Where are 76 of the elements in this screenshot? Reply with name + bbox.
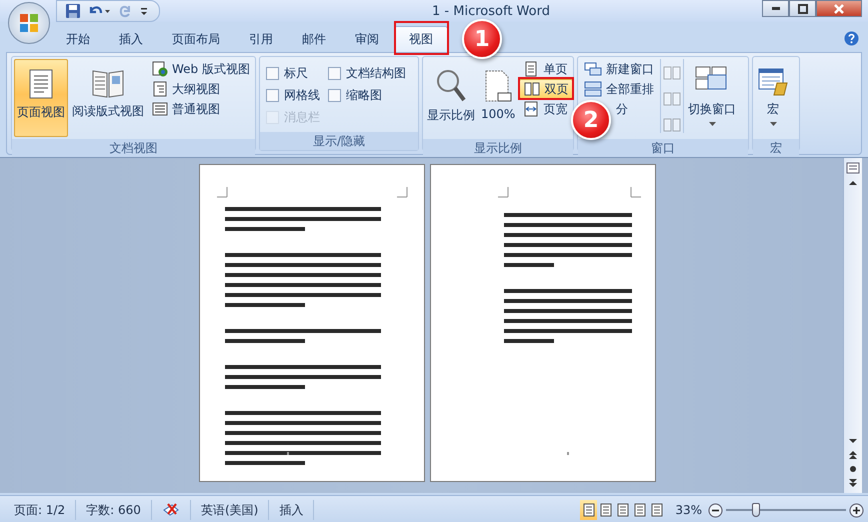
zoom-button[interactable]: 显示比例 <box>425 63 477 137</box>
office-button[interactable] <box>8 2 50 44</box>
minimize-icon <box>772 7 780 10</box>
dropdown-icon <box>770 122 776 126</box>
group-title: 显示比例 <box>423 139 573 157</box>
view-button[interactable]: Web 版式视图 <box>148 59 254 79</box>
zoom-level[interactable]: 33% <box>665 503 708 517</box>
group-title: 宏 <box>753 139 799 157</box>
view-mode-button[interactable] <box>580 500 598 520</box>
checkbox-option[interactable]: 缩略图 <box>328 87 418 104</box>
zoom-in-icon[interactable] <box>849 502 864 518</box>
view-button[interactable]: 大纲视图 <box>148 79 254 99</box>
page-view-button[interactable]: 双页 <box>519 79 574 99</box>
checkbox[interactable] <box>328 67 341 80</box>
magnifier-icon <box>435 69 467 103</box>
status-text[interactable]: 插入 <box>269 500 314 520</box>
status-text[interactable]: 英语(美国) <box>190 500 270 520</box>
checkbox[interactable] <box>328 89 341 102</box>
web-page-icon <box>152 61 168 77</box>
zoom-button[interactable]: 100% <box>479 63 518 137</box>
arrange-icon <box>584 81 602 97</box>
page-width-icon <box>523 101 540 117</box>
macro-button[interactable]: 宏 <box>755 59 791 137</box>
ruler-toggle-icon[interactable] <box>846 162 860 174</box>
view-button[interactable]: 阅读版式视图 <box>70 59 146 137</box>
zoom-slider-thumb[interactable] <box>752 503 760 517</box>
switch-window-button[interactable]: 切换窗口 <box>686 59 738 137</box>
page-icon <box>616 503 630 517</box>
status-text[interactable]: 字数: 660 <box>76 500 152 520</box>
close-icon <box>833 4 845 14</box>
group-title: 显示/隐藏 <box>260 132 418 150</box>
page-icon <box>598 503 613 517</box>
window-title: 1 - Microsoft Word <box>431 4 551 18</box>
group-title: 窗口 <box>578 139 748 157</box>
new-window-icon <box>584 61 602 77</box>
outline-icon <box>152 81 168 97</box>
window-button[interactable]: 全部重排 <box>580 79 658 99</box>
checkbox-option[interactable]: 网格线 <box>266 87 328 104</box>
save-icon[interactable] <box>65 3 81 19</box>
minimize-button[interactable] <box>762 0 789 17</box>
dropdown-icon <box>708 122 716 126</box>
ribbon-tab[interactable]: 引用 <box>235 26 287 52</box>
checkbox[interactable] <box>266 67 279 80</box>
highlight-frame <box>518 77 574 100</box>
ribbon-tab[interactable]: 审阅 <box>341 26 393 52</box>
vertical-scrollbar[interactable] <box>843 158 862 493</box>
maximize-icon <box>798 4 808 14</box>
ribbon-tab[interactable]: 插入 <box>105 26 157 52</box>
ribbon-tab[interactable]: 开始 <box>52 26 104 52</box>
checkbox-option[interactable]: 文档结构图 <box>328 65 418 82</box>
proofing-icon[interactable] <box>162 502 180 518</box>
window-button[interactable]: 分 <box>616 99 632 119</box>
checkbox-option[interactable]: 标尺 <box>266 65 328 82</box>
page-icon <box>650 503 664 517</box>
ribbon-tab[interactable]: 视图 <box>394 26 448 52</box>
ribbon-tab[interactable]: 邮件 <box>288 26 340 52</box>
view-button[interactable]: 页面视图 <box>14 59 68 137</box>
two-pages-icon <box>524 81 540 97</box>
page-view-button[interactable]: 单页 <box>519 59 574 79</box>
checkbox[interactable] <box>266 89 279 102</box>
status-text[interactable]: 页面: 1/2 <box>4 500 76 520</box>
group-title: 文档视图 <box>12 139 255 157</box>
view-button[interactable]: 普通视图 <box>148 99 254 119</box>
ribbon-tab[interactable]: 页面布局 <box>158 26 234 52</box>
window-button[interactable]: 新建窗口 <box>580 59 658 79</box>
page-icon <box>632 503 647 517</box>
page-view-button[interactable]: 页宽 <box>519 99 574 119</box>
close-button[interactable] <box>816 0 862 17</box>
maximize-button[interactable] <box>789 0 816 17</box>
help-icon[interactable] <box>844 31 859 46</box>
zoom-out-icon[interactable] <box>708 502 723 518</box>
page-icon <box>582 503 596 517</box>
draft-icon <box>152 101 168 117</box>
office-logo-icon <box>18 12 40 34</box>
one-page-icon <box>523 61 540 77</box>
highlight-frame <box>394 21 449 55</box>
